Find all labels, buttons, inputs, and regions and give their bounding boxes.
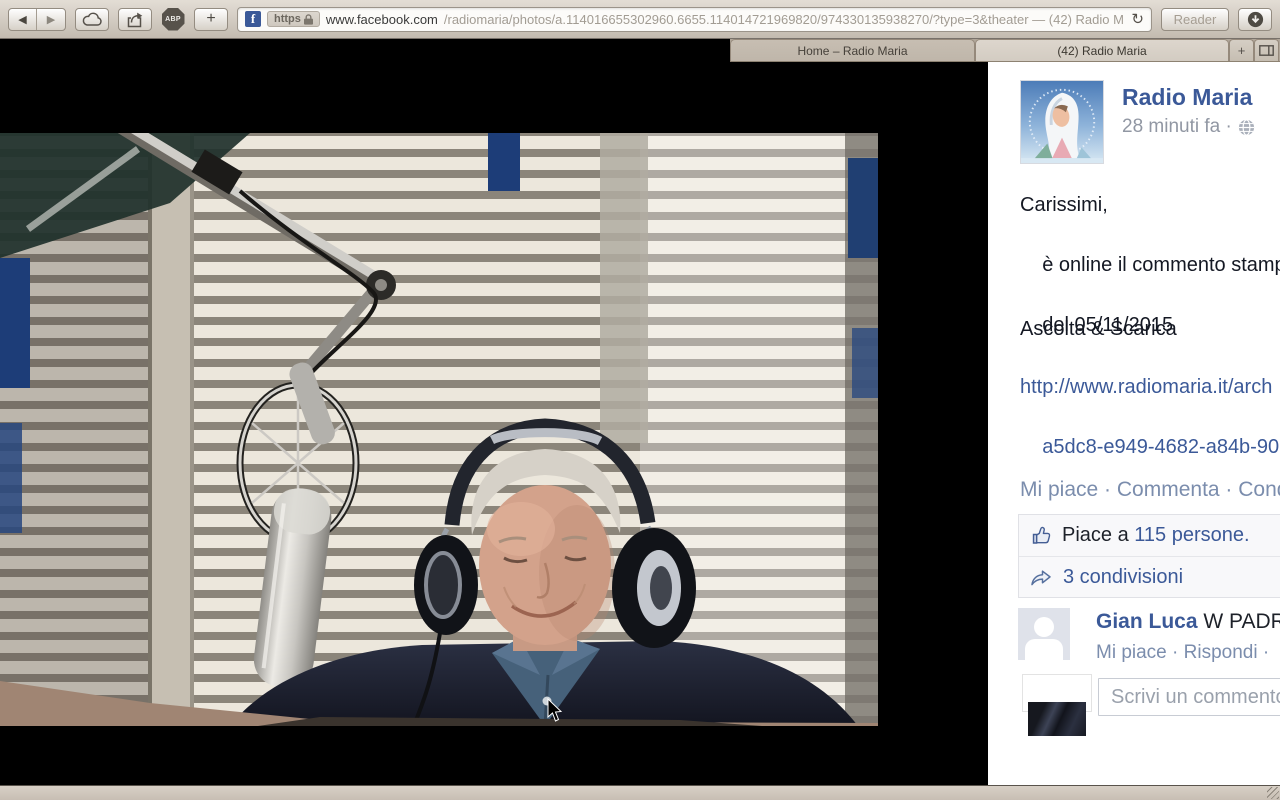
forward-icon: ▶: [47, 13, 55, 26]
like-summary-box: Piace a 115 persone. 3 condivisioni: [1018, 514, 1280, 598]
abp-icon: ABP: [162, 8, 185, 31]
studio-photo-illustration: [0, 133, 878, 726]
reload-button[interactable]: ↻: [1131, 10, 1144, 28]
forward-button[interactable]: ▶: [37, 9, 65, 30]
https-badge: https: [267, 11, 320, 27]
page-name-link[interactable]: Radio Maria: [1122, 84, 1252, 111]
commenter-avatar[interactable]: [1018, 608, 1070, 660]
browser-toolbar: ◀ ▶ ABP + f https www.facebook.com /radi…: [0, 0, 1280, 39]
url-host: www.facebook.com: [326, 12, 438, 27]
comment-reply-link[interactable]: Rispondi: [1184, 642, 1258, 663]
comment-input[interactable]: [1098, 678, 1280, 716]
tab-label: Home – Radio Maria: [797, 44, 907, 58]
tab-overview-button[interactable]: [1254, 39, 1279, 61]
share-icon: [125, 11, 145, 28]
post-link[interactable]: http://www.radiomaria.it/arch a5dc8-e949…: [1020, 372, 1279, 462]
icloud-tabs-button[interactable]: [75, 8, 109, 31]
comment-text: Gian Luca W PADRE: [1096, 610, 1280, 634]
facebook-favicon: f: [245, 11, 261, 27]
url-path: /radiomaria/photos/a.114016655302960.665…: [444, 12, 1124, 27]
plus-icon: +: [1238, 43, 1246, 58]
new-tab-button[interactable]: +: [194, 8, 228, 31]
composer-user-avatar: [1028, 702, 1086, 736]
nav-buttons: ◀ ▶: [8, 8, 66, 31]
comment-author-link[interactable]: Gian Luca: [1096, 610, 1198, 633]
share-button[interactable]: [118, 8, 152, 31]
comment-link[interactable]: Commenta: [1117, 478, 1220, 501]
share-arrow-icon: [1029, 567, 1053, 587]
cloud-icon: [82, 12, 103, 27]
likes-prefix: Piace a: [1062, 524, 1134, 546]
tab-new-button[interactable]: +: [1229, 39, 1254, 61]
post-meta: 28 minuti fa ·: [1122, 116, 1255, 138]
lock-icon: [304, 14, 313, 25]
back-icon: ◀: [18, 13, 26, 26]
tab-radio-maria-active[interactable]: (42) Radio Maria: [975, 39, 1229, 61]
back-button[interactable]: ◀: [9, 9, 37, 30]
likes-row: Piace a 115 persone.: [1019, 515, 1280, 556]
theater-photo[interactable]: [0, 133, 878, 726]
thumb-up-icon: [1029, 524, 1052, 547]
page-avatar[interactable]: [1020, 80, 1104, 164]
post-actions: Mi piace · Commenta · Condividi: [1020, 478, 1280, 502]
download-icon: [1247, 11, 1264, 28]
comment-actions: Mi piace · Rispondi ·: [1096, 642, 1269, 664]
tab-home-radio-maria[interactable]: Home – Radio Maria: [730, 39, 975, 61]
reader-button[interactable]: Reader: [1161, 8, 1229, 31]
post-timestamp[interactable]: 28 minuti fa ·: [1122, 116, 1232, 138]
post-text-2: Ascolta & Scarica: [1020, 314, 1177, 344]
comment-like-link[interactable]: Mi piace: [1096, 642, 1167, 663]
likes-count-link[interactable]: 115 persone.: [1134, 524, 1249, 546]
resize-grip[interactable]: [1267, 787, 1279, 799]
downloads-button[interactable]: [1238, 8, 1272, 31]
shares-count-link[interactable]: 3 condivisioni: [1063, 566, 1183, 589]
like-link[interactable]: Mi piace: [1020, 478, 1098, 501]
share-link[interactable]: Condividi: [1238, 478, 1280, 501]
tab-label: (42) Radio Maria: [1057, 44, 1146, 58]
tab-bar: Home – Radio Maria (42) Radio Maria +: [730, 39, 1280, 62]
window-bottom-bar: [0, 785, 1280, 800]
madonna-avatar-image: [1021, 81, 1103, 163]
address-bar[interactable]: f https www.facebook.com /radiomaria/pho…: [237, 7, 1152, 32]
plus-icon: +: [206, 10, 215, 28]
adblock-extension-button[interactable]: ABP: [161, 7, 185, 31]
shares-row: 3 condivisioni: [1019, 556, 1280, 597]
globe-privacy-icon: [1238, 119, 1255, 136]
post-sidebar: Radio Maria 28 minuti fa · Carissimi, è …: [988, 62, 1280, 785]
tab-overview-icon: [1259, 45, 1274, 56]
